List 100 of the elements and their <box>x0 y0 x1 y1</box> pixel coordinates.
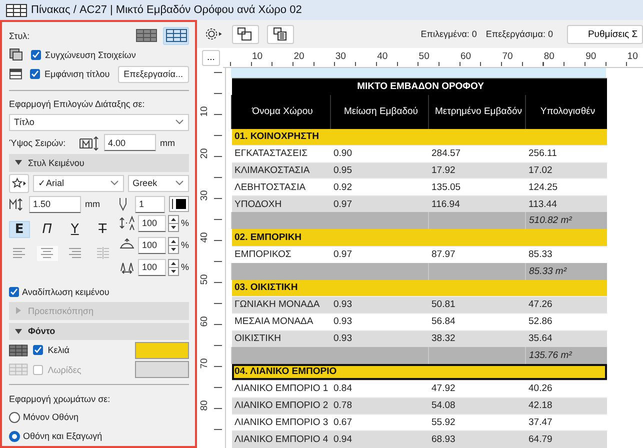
table-cell: 38.32 <box>428 330 526 347</box>
column-header: Όνομα Χώρου <box>232 94 330 128</box>
pen-field[interactable]: 1 <box>135 196 165 213</box>
table-cell: 0.90 <box>330 145 428 162</box>
window-title: Πίνακας / AC27 | Μικτό Εμβαδόν Ορόφου ανά Χώρο 02 <box>31 4 302 16</box>
script-dropdown[interactable]: Greek <box>128 174 189 192</box>
radio-label: Μόνον Οθόνη <box>23 412 79 422</box>
toolbar-button[interactable] <box>266 24 294 44</box>
settings-dropdown[interactable]: Ρυθμίσεις Σ <box>566 24 643 44</box>
table-cell: 64.79 <box>526 430 607 448</box>
color-swatch[interactable] <box>134 342 190 359</box>
caret-icon <box>110 180 119 186</box>
table-cell: 68.93 <box>428 430 526 448</box>
selected-count: Επιλεγμένα: 0 <box>420 29 477 39</box>
table-cell: ΛΙΑΝΙΚΟ ΕΜΠΟΡΙΟ 1 <box>232 380 330 398</box>
title-icon <box>9 68 22 80</box>
text-style-button[interactable]: Υ <box>64 220 86 238</box>
field-label: Στυλ: <box>9 30 30 41</box>
edit-button[interactable]: Επεξεργασία... <box>118 66 189 82</box>
toolbar-button[interactable] <box>232 24 259 44</box>
percent-field[interactable]: 100 <box>138 258 166 276</box>
align-left-icon <box>12 247 26 260</box>
style-option[interactable] <box>133 26 159 45</box>
apply-dropdown[interactable]: Τίτλο <box>9 114 189 131</box>
checkbox-label: Λωρίδες <box>48 364 82 375</box>
table-cell: ΕΓΚΑΤΑΣΤΑΣΕΙΣ <box>232 145 330 162</box>
table-icon <box>9 363 28 376</box>
ruler-label: 70 <box>198 358 210 369</box>
percent-field[interactable]: 100 <box>138 214 166 232</box>
table-icon <box>136 29 156 42</box>
text-size-field[interactable]: 1.50 <box>29 196 81 213</box>
layers-icon <box>9 48 23 62</box>
table-cell: 56.84 <box>428 313 526 330</box>
table-cell: 54.08 <box>428 397 526 414</box>
unit-label: % <box>180 240 189 250</box>
group-header[interactable]: 04. ΛΙΑΝΙΚΟ ΕΜΠΟΡΙΟ <box>232 364 607 380</box>
checkbox-label: Κελιά <box>48 345 70 356</box>
checkbox[interactable] <box>30 69 40 79</box>
ruler-label: 90 <box>586 51 596 62</box>
table-cell: 42.18 <box>526 397 607 414</box>
table-cell: 124.25 <box>526 178 607 196</box>
table-cell: 87.97 <box>428 246 526 263</box>
checkbox-label: Συγχώνευση Στοιχείων <box>45 50 136 60</box>
group-header[interactable]: 01. ΚΟΙΝΟΧΡΗΣΤΗ <box>232 128 607 146</box>
table-cell: 40.26 <box>526 380 607 398</box>
radio-button[interactable] <box>9 412 20 423</box>
table-cell: ΜΕΣΑΙΑ ΜΟΝΑΔΑ <box>232 313 330 330</box>
field-label: Εφαρμογή Επιλογών Διάταξης σε: <box>9 99 145 110</box>
style-option[interactable] <box>163 26 189 45</box>
section-header[interactable]: Φόντο <box>9 322 189 340</box>
table-cell: 256.11 <box>526 145 607 162</box>
table-title: ΜΙΚΤΟ ΕΜΒΑΔΟΝ ΟΡΟΦΟΥ <box>232 78 607 94</box>
text-style-button[interactable]: Π <box>36 220 58 238</box>
collapsed-icon <box>15 307 22 314</box>
row-height-icon <box>78 134 100 151</box>
stepper[interactable] <box>168 236 179 254</box>
ruler-label: 30 <box>335 51 346 62</box>
stack-icon <box>272 27 288 41</box>
align-button[interactable] <box>36 246 58 261</box>
radio-button[interactable] <box>9 430 20 442</box>
section-title: Προεπισκόπηση <box>28 306 94 316</box>
percent-field[interactable]: 100 <box>138 236 166 254</box>
caret-icon <box>175 180 184 186</box>
align-center-icon <box>40 247 54 260</box>
ruler-label: 60 <box>198 316 210 327</box>
checkbox[interactable] <box>9 286 19 297</box>
group-header[interactable]: 03. ΟΙΚΙΣΤΙΚΗ <box>232 280 607 296</box>
radio-label: Οθόνη και Εξαγωγή <box>23 431 102 442</box>
align-right-icon <box>68 247 82 260</box>
unit-label: mm <box>85 199 100 210</box>
table-cell: 0.94 <box>330 430 428 448</box>
table-cell: ΛΕΒΗΤΟΣΤΑΣΙΑ <box>232 178 330 196</box>
table-cell: 284.57 <box>428 145 526 162</box>
frame-icon <box>237 27 254 41</box>
stepper[interactable] <box>168 214 179 232</box>
total-cell: 510.82 m² <box>526 212 607 230</box>
table-cell: 37.47 <box>526 414 607 431</box>
table-cell: 0.93 <box>330 313 428 330</box>
section-title: Φόντο <box>28 326 56 336</box>
total-cell: 85.33 m² <box>526 262 607 280</box>
table-cell: 50.81 <box>428 296 526 314</box>
table-icon <box>6 4 27 16</box>
column-header: Υπολογισθέν <box>526 94 607 128</box>
ruler-label: 40 <box>377 51 388 62</box>
section-header[interactable]: Στυλ Κειμένου <box>9 154 189 172</box>
table-cell: ΛΙΑΝΙΚΟ ΕΜΠΟΡΙΟ 4 <box>232 430 330 448</box>
stepper[interactable] <box>168 258 179 276</box>
font-dropdown[interactable]: ✓Arial <box>33 174 124 192</box>
more-button[interactable]: ... <box>202 50 220 66</box>
table-cell: ΥΠΟΔΟΧΗ <box>232 196 330 212</box>
checkbox[interactable] <box>31 50 41 60</box>
justify-icon <box>96 247 110 260</box>
favorite-button[interactable] <box>9 174 29 193</box>
checkbox[interactable] <box>32 345 43 356</box>
ruler-label: 10 <box>252 51 263 62</box>
text-style-button[interactable]: Ε <box>9 220 30 238</box>
checkbox-label: Εμφάνιση τίτλου <box>44 69 110 79</box>
group-header[interactable]: 02. ΕΜΠΟΡΙΚΗ <box>232 229 607 246</box>
text-style-button[interactable]: Τ <box>92 220 113 238</box>
row-height-field[interactable]: 4.00 <box>104 134 156 152</box>
